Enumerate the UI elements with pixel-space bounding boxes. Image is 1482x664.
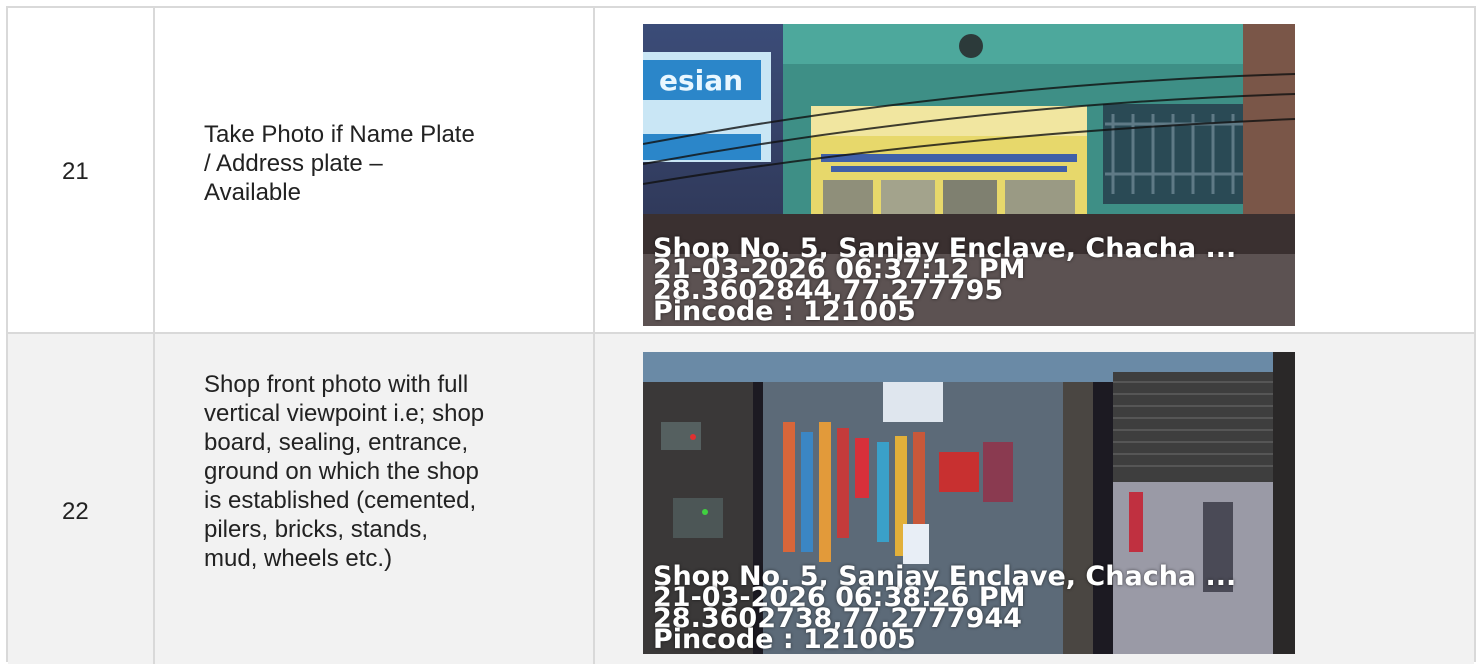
row-description-cell: Take Photo if Name Plate / Address plate…	[155, 8, 595, 332]
table-row: 21 Take Photo if Name Plate / Address pl…	[8, 8, 1474, 334]
row-number: 21	[62, 158, 89, 185]
photo-geotag-overlay: Shop No. 5, Sanjay Enclave, Chacha ... 2…	[653, 563, 1287, 653]
photo-geotag-overlay: Shop No. 5, Sanjay Enclave, Chacha ... 2…	[653, 235, 1287, 325]
row-number-cell: 22	[8, 334, 155, 664]
row-description-cell: Shop front photo with full vertical view…	[155, 334, 595, 664]
row-description: Take Photo if Name Plate / Address plate…	[204, 121, 475, 206]
svg-text:esian: esian	[659, 64, 743, 97]
row-number-cell: 21	[8, 8, 155, 332]
shop-front-photo[interactable]: Shop No. 5, Sanjay Enclave, Chacha ... 2…	[643, 352, 1295, 654]
name-plate-photo[interactable]: esian Shop No. 5, Sanjay Enclave, Chacha…	[643, 24, 1295, 326]
photo-checklist-table: 21 Take Photo if Name Plate / Address pl…	[6, 6, 1476, 664]
row-description: Shop front photo with full vertical view…	[204, 371, 485, 572]
table-row: 22 Shop front photo with full vertical v…	[8, 334, 1474, 664]
row-photo-cell: Shop No. 5, Sanjay Enclave, Chacha ... 2…	[595, 334, 1474, 664]
row-photo-cell: esian Shop No. 5, Sanjay Enclave, Chacha…	[595, 8, 1474, 332]
row-number: 22	[62, 498, 89, 525]
